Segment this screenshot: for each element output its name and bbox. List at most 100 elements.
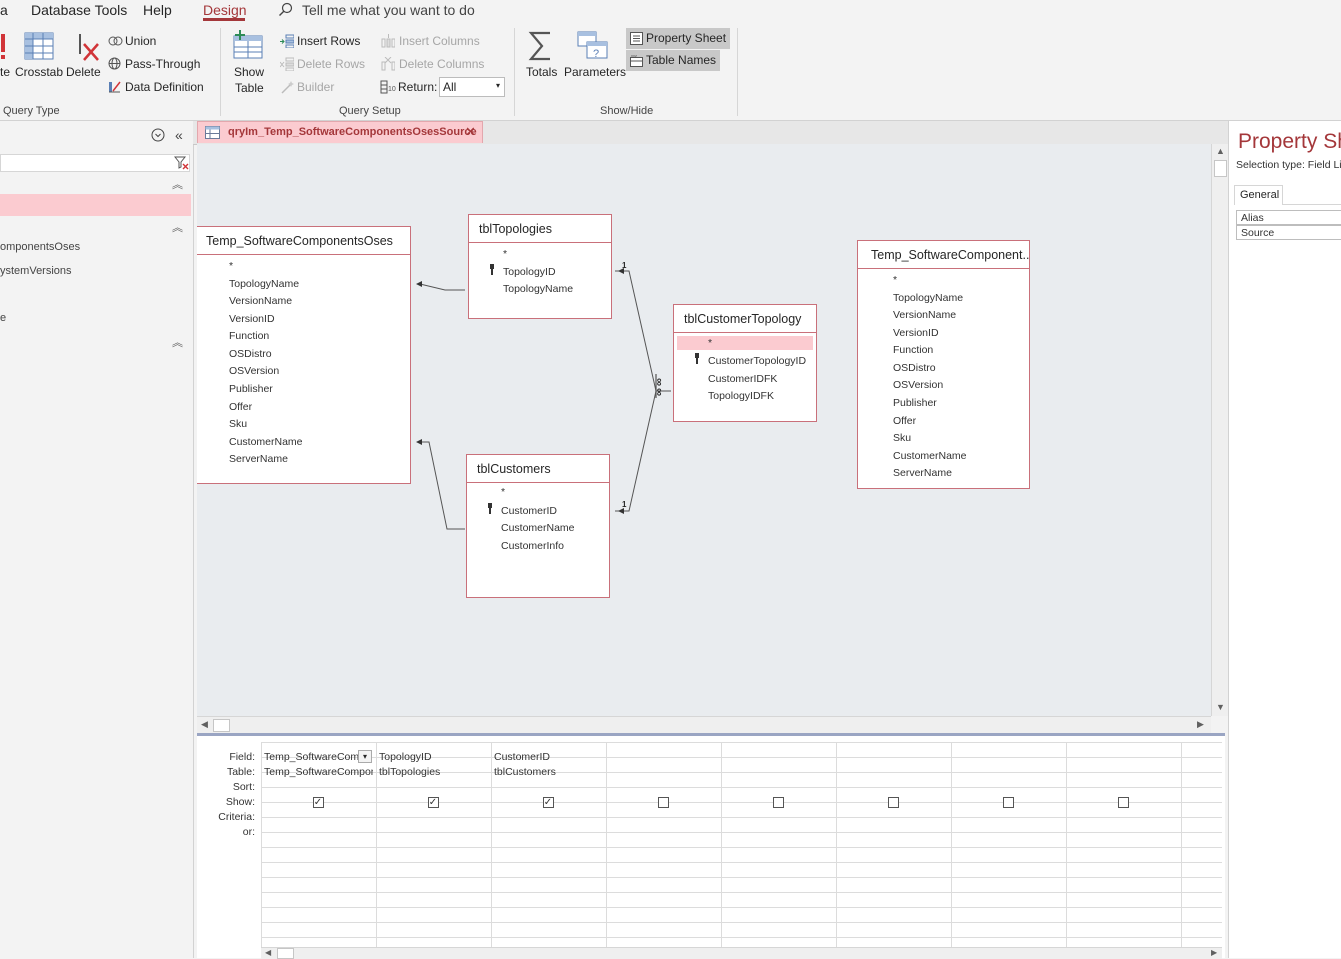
table-names-button[interactable]: Table Names xyxy=(646,53,716,67)
field-item[interactable]: TopologyIDFK xyxy=(708,390,774,402)
show-table-label-2[interactable]: Table xyxy=(235,81,264,95)
show-checkbox[interactable]: ✓ xyxy=(427,797,439,808)
property-sheet-button[interactable]: Property Sheet xyxy=(646,31,726,45)
insert-columns-button[interactable]: Insert Columns xyxy=(399,34,480,48)
nav-menu-icon[interactable] xyxy=(151,128,165,145)
table-box-title[interactable]: tblTopologies xyxy=(469,215,611,243)
collapse-pane-icon[interactable]: « xyxy=(175,127,183,143)
field-item[interactable]: OSDistro xyxy=(229,348,272,360)
menu-database-tools[interactable]: Database Tools xyxy=(31,2,127,18)
group-collapse-icon[interactable]: ︽ xyxy=(172,176,183,192)
scrollbar-thumb[interactable] xyxy=(213,719,230,732)
field-item[interactable]: ServerName xyxy=(229,453,288,465)
return-select[interactable]: All ▾ xyxy=(439,77,505,97)
clear-filter-icon[interactable] xyxy=(173,155,190,174)
field-item[interactable]: * xyxy=(893,274,897,286)
nav-item[interactable]: e xyxy=(0,312,6,324)
scroll-right-icon[interactable]: ▶ xyxy=(1211,948,1217,957)
table-box-tbl-topologies[interactable]: tblTopologies * TopologyID TopologyName xyxy=(468,214,612,319)
grid-field-cell[interactable]: Temp_SoftwareCom xyxy=(264,751,373,763)
table-box-title[interactable]: tblCustomers xyxy=(467,455,609,483)
grid-field-cell[interactable]: CustomerID xyxy=(494,751,603,763)
union-button[interactable]: Union xyxy=(125,34,156,48)
menu-design[interactable]: Design xyxy=(203,2,247,18)
table-box-temp-software-components-source[interactable]: Temp_SoftwareComponent... * TopologyName… xyxy=(857,240,1030,489)
field-item[interactable]: VersionID xyxy=(893,327,939,339)
scroll-left-icon[interactable]: ◀ xyxy=(201,719,208,730)
delete-button[interactable]: Delete xyxy=(66,65,101,79)
builder-button[interactable]: Builder xyxy=(297,80,334,94)
tell-me-box[interactable]: Tell me what you want to do xyxy=(302,2,475,18)
parameters-button[interactable]: Parameters xyxy=(564,65,626,79)
field-item[interactable]: VersionID xyxy=(229,313,275,325)
field-item[interactable]: * xyxy=(708,337,712,349)
show-checkbox[interactable] xyxy=(1002,797,1014,808)
table-box-title[interactable]: tblCustomerTopology xyxy=(674,305,816,333)
show-checkbox[interactable] xyxy=(887,797,899,808)
totals-button[interactable]: Totals xyxy=(526,65,557,79)
field-item[interactable]: TopologyName xyxy=(229,278,299,290)
field-item[interactable]: CustomerName xyxy=(229,436,303,448)
nav-search-input[interactable] xyxy=(0,154,190,172)
field-item[interactable]: TopologyName xyxy=(503,283,573,295)
field-item[interactable]: OSDistro xyxy=(893,362,936,374)
nav-item[interactable]: ystemVersions xyxy=(0,265,72,277)
field-item[interactable]: Function xyxy=(893,344,933,356)
crosstab-button[interactable]: Crosstab xyxy=(15,65,63,79)
query-design-surface[interactable]: 1 1 ∞ ∞ Temp_SoftwareComponentsOses * To… xyxy=(197,144,1211,716)
scrollbar-thumb[interactable] xyxy=(1214,160,1227,177)
scroll-down-icon[interactable]: ▼ xyxy=(1216,702,1225,712)
close-icon[interactable]: ✕ xyxy=(465,124,476,140)
show-checkbox[interactable] xyxy=(657,797,669,808)
grid-table-cell[interactable]: tblTopologies xyxy=(379,766,488,778)
make-table-button[interactable]: te xyxy=(0,65,10,79)
scroll-left-icon[interactable]: ◀ xyxy=(265,948,271,957)
field-dropdown-icon[interactable]: ▾ xyxy=(358,750,372,763)
document-tab[interactable]: qryIm_Temp_SoftwareComponentsOsesSource … xyxy=(197,121,483,143)
field-item[interactable]: * xyxy=(229,260,233,272)
field-item[interactable]: CustomerName xyxy=(893,450,967,462)
pass-through-button[interactable]: Pass-Through xyxy=(125,57,200,71)
field-item[interactable]: VersionName xyxy=(893,309,956,321)
field-item[interactable]: Sku xyxy=(229,418,247,430)
field-item[interactable]: Offer xyxy=(229,401,252,413)
field-item[interactable]: TopologyName xyxy=(893,292,963,304)
field-item[interactable]: VersionName xyxy=(229,295,292,307)
field-item[interactable]: CustomerIDFK xyxy=(708,373,777,385)
field-item[interactable]: Offer xyxy=(893,415,916,427)
delete-columns-button[interactable]: Delete Columns xyxy=(399,57,484,71)
show-checkbox[interactable] xyxy=(772,797,784,808)
group-collapse-icon[interactable]: ︽ xyxy=(172,219,183,235)
show-table-label-1[interactable]: Show xyxy=(234,65,264,79)
property-source[interactable]: Source xyxy=(1236,225,1341,240)
field-item[interactable]: OSVersion xyxy=(893,379,943,391)
field-item[interactable]: OSVersion xyxy=(229,365,279,377)
delete-rows-button[interactable]: Delete Rows xyxy=(297,57,365,71)
show-checkbox[interactable]: ✓ xyxy=(542,797,554,808)
insert-rows-button[interactable]: Insert Rows xyxy=(297,34,360,48)
nav-selected-item[interactable] xyxy=(0,194,191,216)
table-box-tbl-customers[interactable]: tblCustomers * CustomerID CustomerName C… xyxy=(466,454,610,598)
show-checkbox[interactable] xyxy=(1117,797,1129,808)
group-collapse-icon[interactable]: ︽ xyxy=(172,334,183,350)
grid-table-cell[interactable]: tblCustomers xyxy=(494,766,603,778)
field-item[interactable]: CustomerID xyxy=(501,505,557,517)
field-item[interactable]: * xyxy=(501,486,505,498)
field-item[interactable]: * xyxy=(503,248,507,260)
field-item[interactable]: Publisher xyxy=(893,397,937,409)
field-item[interactable]: TopologyID xyxy=(503,266,556,278)
table-box-temp-software-components-oses[interactable]: Temp_SoftwareComponentsOses * TopologyNa… xyxy=(197,226,411,484)
scrollbar-thumb[interactable] xyxy=(277,948,294,959)
menu-partial-tab[interactable]: a xyxy=(0,2,8,18)
nav-item[interactable]: omponentsOses xyxy=(0,241,80,253)
grid-field-cell[interactable]: TopologyID xyxy=(379,751,488,763)
menu-help[interactable]: Help xyxy=(143,2,172,18)
table-box-title[interactable]: Temp_SoftwareComponentsOses xyxy=(197,227,410,255)
property-alias[interactable]: Alias xyxy=(1236,210,1341,225)
table-box-title[interactable]: Temp_SoftwareComponent... xyxy=(858,241,1029,269)
field-item[interactable]: CustomerName xyxy=(501,522,575,534)
grid-horizontal-scrollbar[interactable]: ◀ ▶ xyxy=(261,947,1222,959)
table-box-tbl-customer-topology[interactable]: tblCustomerTopology * CustomerTopologyID… xyxy=(673,304,817,422)
field-item[interactable]: ServerName xyxy=(893,467,952,479)
field-item[interactable]: CustomerInfo xyxy=(501,540,564,552)
